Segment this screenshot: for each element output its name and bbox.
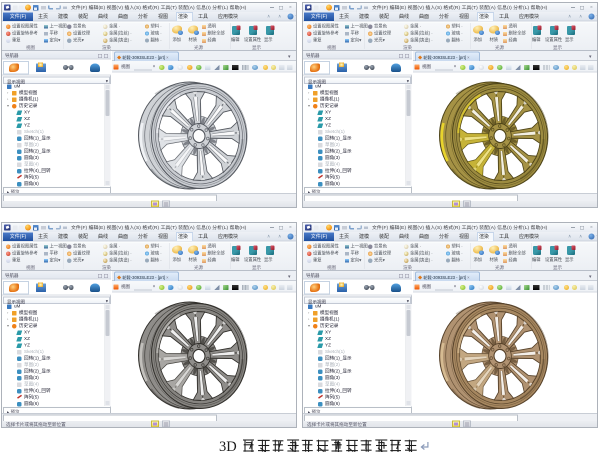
- svg-text:3D: 3D: [219, 439, 237, 455]
